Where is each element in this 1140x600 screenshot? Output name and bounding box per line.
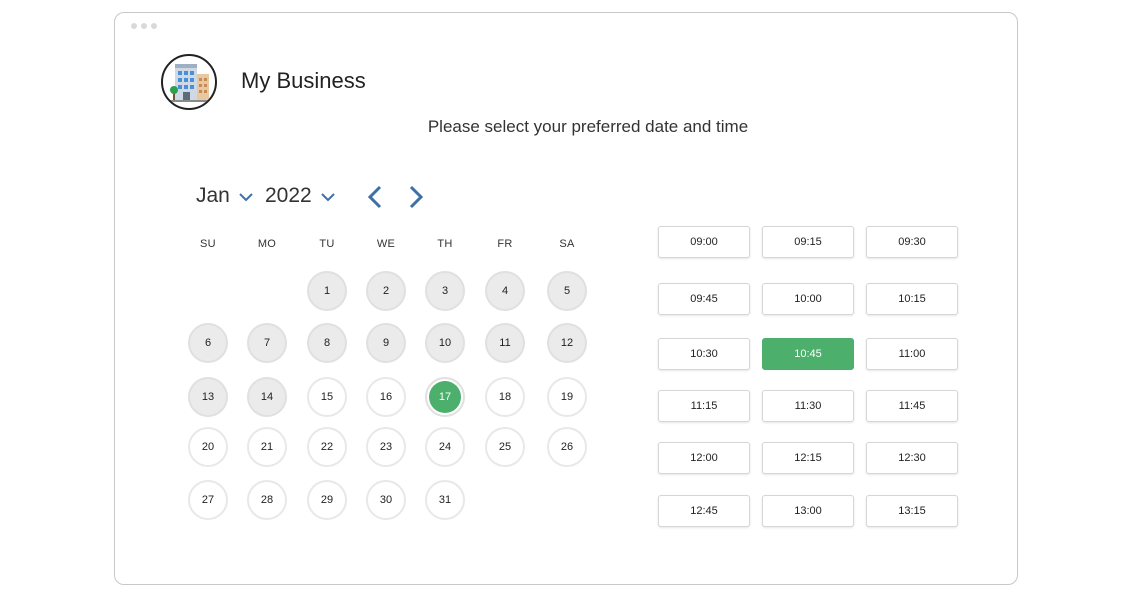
calendar-day[interactable]: 20 <box>188 427 228 467</box>
calendar-day[interactable]: 8 <box>307 323 347 363</box>
calendar-day[interactable]: 27 <box>188 480 228 520</box>
prev-month-button[interactable] <box>367 185 383 214</box>
time-slot[interactable]: 09:15 <box>762 226 854 258</box>
calendar-day-selected[interactable]: 17 <box>425 377 465 417</box>
time-slot[interactable]: 10:15 <box>866 283 958 315</box>
weekday-label: FR <box>497 238 513 250</box>
month-value: Jan <box>196 184 230 207</box>
weekday-label: TH <box>437 238 453 250</box>
calendar-day[interactable]: 26 <box>547 427 587 467</box>
business-name: My Business <box>241 68 366 93</box>
time-slot[interactable]: 11:15 <box>658 390 750 422</box>
weekday-label: SA <box>559 238 575 250</box>
page-subtitle: Please select your preferred date and ti… <box>427 117 749 136</box>
calendar-day[interactable]: 4 <box>485 271 525 311</box>
calendar-day[interactable]: 31 <box>425 480 465 520</box>
time-slot-selected[interactable]: 10:45 <box>762 338 854 370</box>
calendar-day[interactable]: 15 <box>307 377 347 417</box>
time-slot[interactable]: 13:00 <box>762 495 854 527</box>
time-slot[interactable]: 12:00 <box>658 442 750 474</box>
calendar-day[interactable]: 29 <box>307 480 347 520</box>
month-dropdown[interactable]: Jan <box>196 184 253 208</box>
time-slot[interactable]: 12:45 <box>658 495 750 527</box>
time-slot[interactable]: 12:30 <box>866 442 958 474</box>
time-slot[interactable]: 11:00 <box>866 338 958 370</box>
office-building-icon <box>161 54 217 110</box>
calendar-day[interactable]: 5 <box>547 271 587 311</box>
calendar-day[interactable]: 21 <box>247 427 287 467</box>
window-dots <box>131 23 157 29</box>
time-slot[interactable]: 10:30 <box>658 338 750 370</box>
calendar-day[interactable]: 3 <box>425 271 465 311</box>
calendar-day[interactable]: 10 <box>425 323 465 363</box>
calendar-day[interactable]: 19 <box>547 377 587 417</box>
selected-day-marker: 17 <box>429 381 461 413</box>
window-dot <box>131 23 137 29</box>
year-dropdown[interactable]: 2022 <box>265 184 335 208</box>
chevron-down-icon <box>321 184 335 208</box>
year-value: 2022 <box>265 184 312 207</box>
calendar-day[interactable]: 1 <box>307 271 347 311</box>
calendar-day[interactable]: 11 <box>485 323 525 363</box>
calendar-day[interactable]: 6 <box>188 323 228 363</box>
calendar-day[interactable]: 2 <box>366 271 406 311</box>
weekday-label: SU <box>200 238 216 250</box>
calendar-day[interactable]: 13 <box>188 377 228 417</box>
weekday-label: TU <box>319 238 335 250</box>
time-slot[interactable]: 09:45 <box>658 283 750 315</box>
calendar-day[interactable]: 24 <box>425 427 465 467</box>
time-slot[interactable]: 10:00 <box>762 283 854 315</box>
window-dot <box>151 23 157 29</box>
time-slot[interactable]: 11:30 <box>762 390 854 422</box>
time-slot[interactable]: 09:30 <box>866 226 958 258</box>
time-slot[interactable]: 09:00 <box>658 226 750 258</box>
calendar-day[interactable]: 30 <box>366 480 406 520</box>
calendar-day[interactable]: 14 <box>247 377 287 417</box>
calendar-day[interactable]: 22 <box>307 427 347 467</box>
chevron-right-icon <box>409 185 424 209</box>
calendar-day[interactable]: 23 <box>366 427 406 467</box>
window-dot <box>141 23 147 29</box>
time-slot[interactable]: 11:45 <box>866 390 958 422</box>
calendar-day[interactable]: 25 <box>485 427 525 467</box>
time-slot[interactable]: 13:15 <box>866 495 958 527</box>
calendar-day[interactable]: 16 <box>366 377 406 417</box>
calendar-day[interactable]: 9 <box>366 323 406 363</box>
weekday-label: WE <box>376 238 396 250</box>
booking-window: My Business Please select your preferred… <box>114 12 1018 585</box>
next-month-button[interactable] <box>408 185 424 214</box>
calendar-day[interactable]: 7 <box>247 323 287 363</box>
time-slot[interactable]: 12:15 <box>762 442 854 474</box>
calendar-day[interactable]: 18 <box>485 377 525 417</box>
chevron-down-icon <box>239 184 253 208</box>
chevron-left-icon <box>367 185 382 209</box>
weekday-label: MO <box>257 238 277 250</box>
calendar-day[interactable]: 12 <box>547 323 587 363</box>
calendar-day[interactable]: 28 <box>247 480 287 520</box>
